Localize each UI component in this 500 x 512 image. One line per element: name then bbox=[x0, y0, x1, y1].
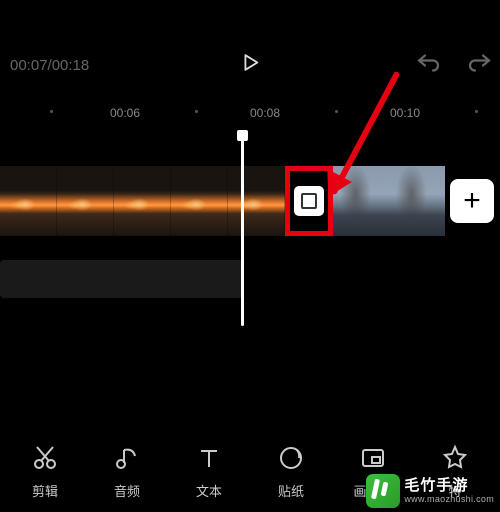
sticker-icon bbox=[277, 444, 305, 472]
undo-button[interactable] bbox=[416, 53, 440, 78]
timeline-ruler[interactable]: 00:06 00:08 00:10 bbox=[0, 102, 500, 128]
ruler-dot bbox=[50, 110, 53, 113]
play-icon bbox=[239, 52, 261, 74]
ruler-tick: 00:10 bbox=[390, 106, 420, 120]
play-button[interactable] bbox=[239, 52, 261, 79]
effect-icon bbox=[441, 444, 469, 472]
cut-icon bbox=[31, 444, 59, 472]
pip-icon bbox=[359, 444, 387, 472]
redo-button[interactable] bbox=[468, 53, 492, 78]
tool-label: 剪辑 bbox=[32, 481, 58, 500]
time-display: 00:07/00:18 bbox=[10, 57, 89, 74]
transition-button[interactable] bbox=[285, 166, 333, 236]
tool-label: 文本 bbox=[196, 481, 222, 500]
playhead[interactable] bbox=[241, 136, 244, 326]
ruler-dot bbox=[195, 110, 198, 113]
ruler-dot bbox=[335, 110, 338, 113]
tool-text[interactable]: 文本 bbox=[168, 444, 250, 500]
watermark-icon bbox=[366, 474, 400, 508]
timeline[interactable]: + bbox=[0, 128, 500, 393]
undo-icon bbox=[416, 53, 440, 73]
tool-sticker[interactable]: 贴纸 bbox=[250, 444, 332, 500]
ruler-tick: 00:08 bbox=[250, 106, 280, 120]
watermark-title: 毛竹手游 bbox=[404, 477, 494, 494]
tool-cut[interactable]: 剪辑 bbox=[4, 444, 86, 500]
transport-bar: 00:07/00:18 bbox=[0, 28, 500, 102]
tool-label: 贴纸 bbox=[278, 481, 304, 500]
plus-icon: + bbox=[463, 184, 481, 218]
tool-audio[interactable]: 音频 bbox=[86, 444, 168, 500]
status-bar bbox=[0, 0, 500, 28]
watermark-sub: www.maozhushi.com bbox=[404, 494, 494, 504]
ruler-dot bbox=[475, 110, 478, 113]
tool-label: 音频 bbox=[114, 481, 140, 500]
watermark: 毛竹手游 www.maozhushi.com bbox=[366, 474, 494, 508]
audio-icon bbox=[113, 444, 141, 472]
redo-icon bbox=[468, 53, 492, 73]
transition-icon bbox=[294, 186, 324, 216]
audio-track[interactable] bbox=[0, 260, 243, 298]
clip-2[interactable] bbox=[333, 166, 445, 236]
add-clip-button[interactable]: + bbox=[450, 179, 494, 223]
text-icon bbox=[195, 444, 223, 472]
ruler-tick: 00:06 bbox=[110, 106, 140, 120]
